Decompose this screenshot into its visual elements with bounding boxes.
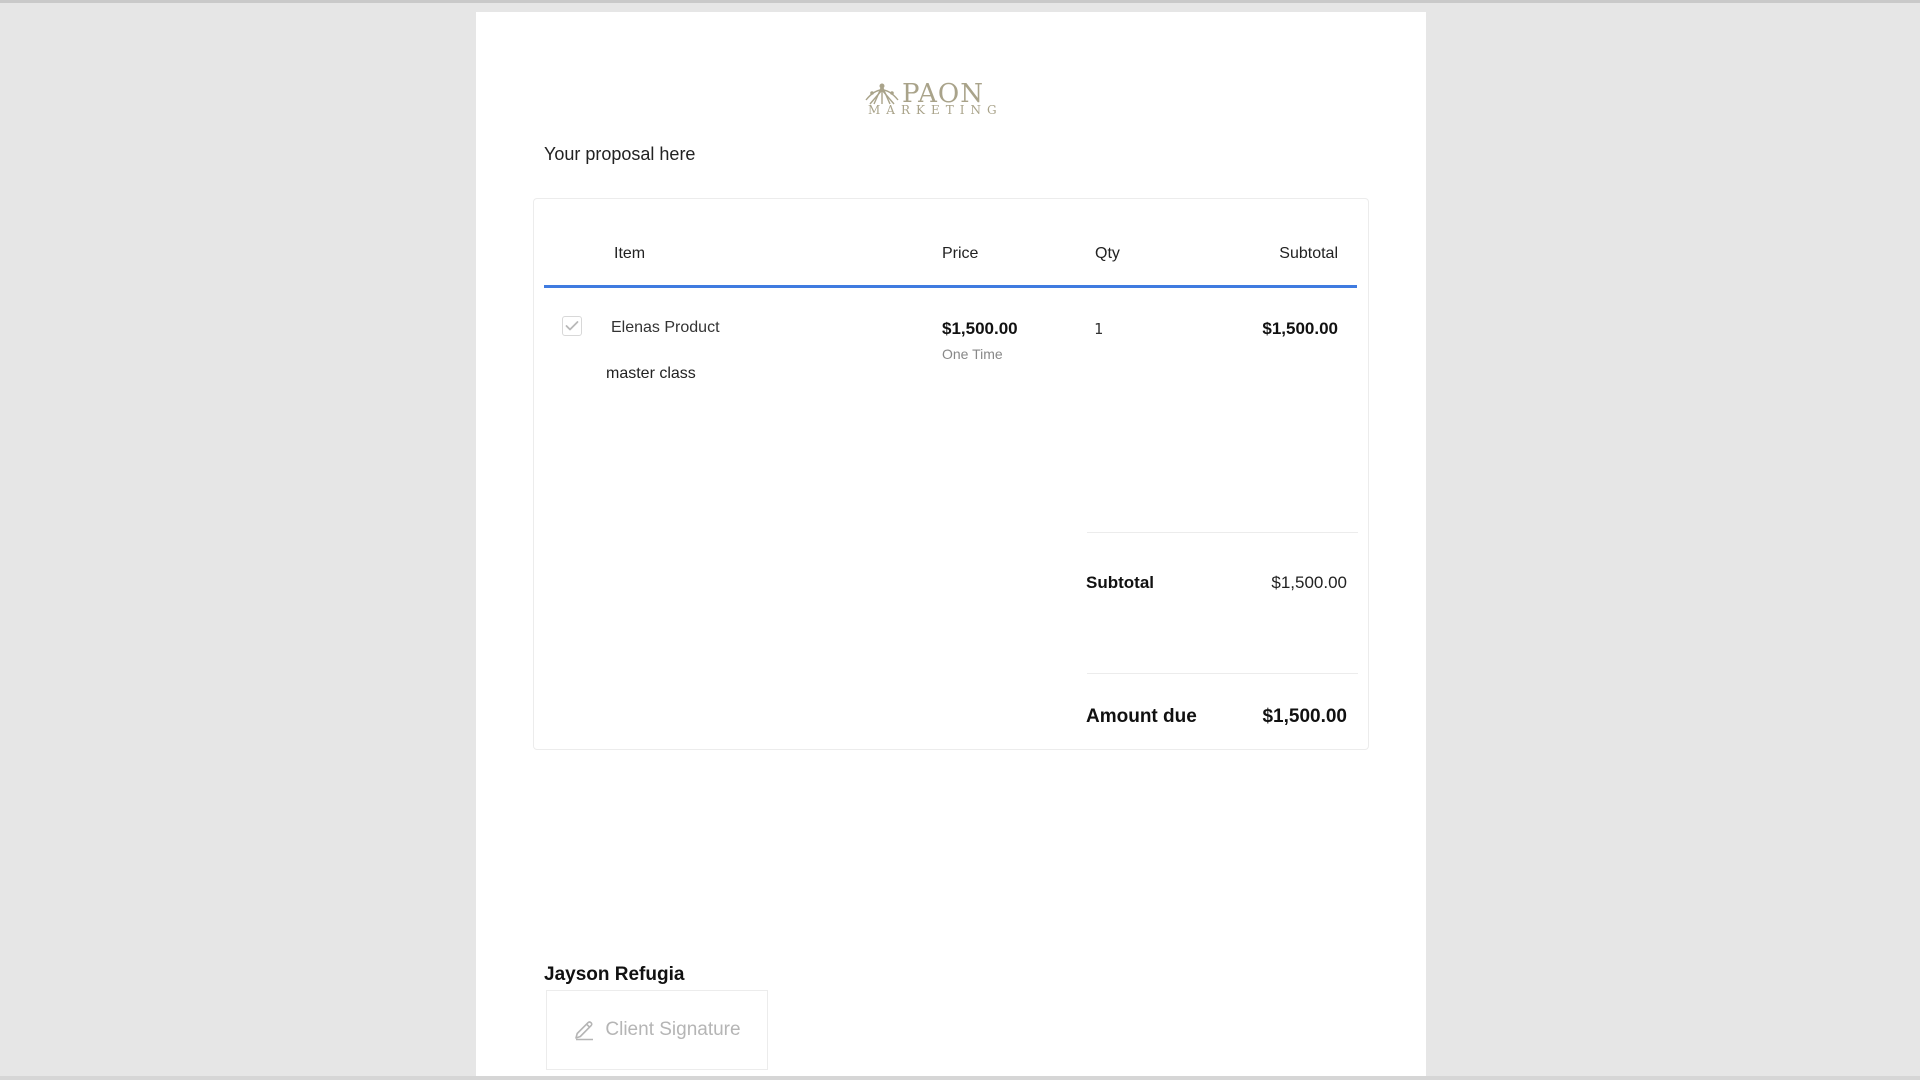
top-border bbox=[0, 0, 1920, 3]
summary-subtotal-label: Subtotal bbox=[1086, 573, 1154, 592]
client-signature-placeholder: Client Signature bbox=[605, 1019, 741, 1040]
item-qty: 1 bbox=[1094, 320, 1104, 338]
proposal-page: PAON MARKETING Your proposal here Item P… bbox=[476, 12, 1426, 1076]
amount-due-value: $1,500.00 bbox=[1262, 706, 1347, 727]
bottom-border bbox=[0, 1076, 1920, 1080]
client-signature-field[interactable]: Client Signature bbox=[546, 990, 768, 1070]
summary-divider bbox=[1087, 673, 1358, 674]
line-items-card: Item Price Qty Subtotal Elenas Product m… bbox=[533, 198, 1369, 750]
column-header-subtotal: Subtotal bbox=[1279, 245, 1338, 262]
item-name: Elenas Product bbox=[611, 319, 720, 336]
summary-divider bbox=[1087, 532, 1358, 533]
check-icon bbox=[565, 321, 579, 331]
item-description: master class bbox=[606, 365, 696, 382]
brand-logo: PAON MARKETING bbox=[862, 74, 1042, 118]
signer-name: Jayson Refugia bbox=[544, 964, 685, 985]
proposal-intro: Your proposal here bbox=[544, 144, 696, 164]
pen-icon bbox=[575, 1021, 594, 1041]
column-header-item: Item bbox=[614, 245, 646, 262]
header-divider bbox=[544, 285, 1357, 288]
amount-due-label: Amount due bbox=[1086, 706, 1197, 727]
item-checkbox[interactable] bbox=[562, 316, 582, 336]
item-subtotal: $1,500.00 bbox=[1262, 319, 1338, 338]
summary-subtotal-value: $1,500.00 bbox=[1271, 573, 1347, 592]
item-price: $1,500.00 bbox=[942, 319, 1018, 338]
logo-subtitle: MARKETING bbox=[868, 103, 1003, 117]
column-header-qty: Qty bbox=[1095, 245, 1120, 262]
item-billing-term: One Time bbox=[942, 346, 1003, 362]
column-header-price: Price bbox=[942, 245, 979, 262]
